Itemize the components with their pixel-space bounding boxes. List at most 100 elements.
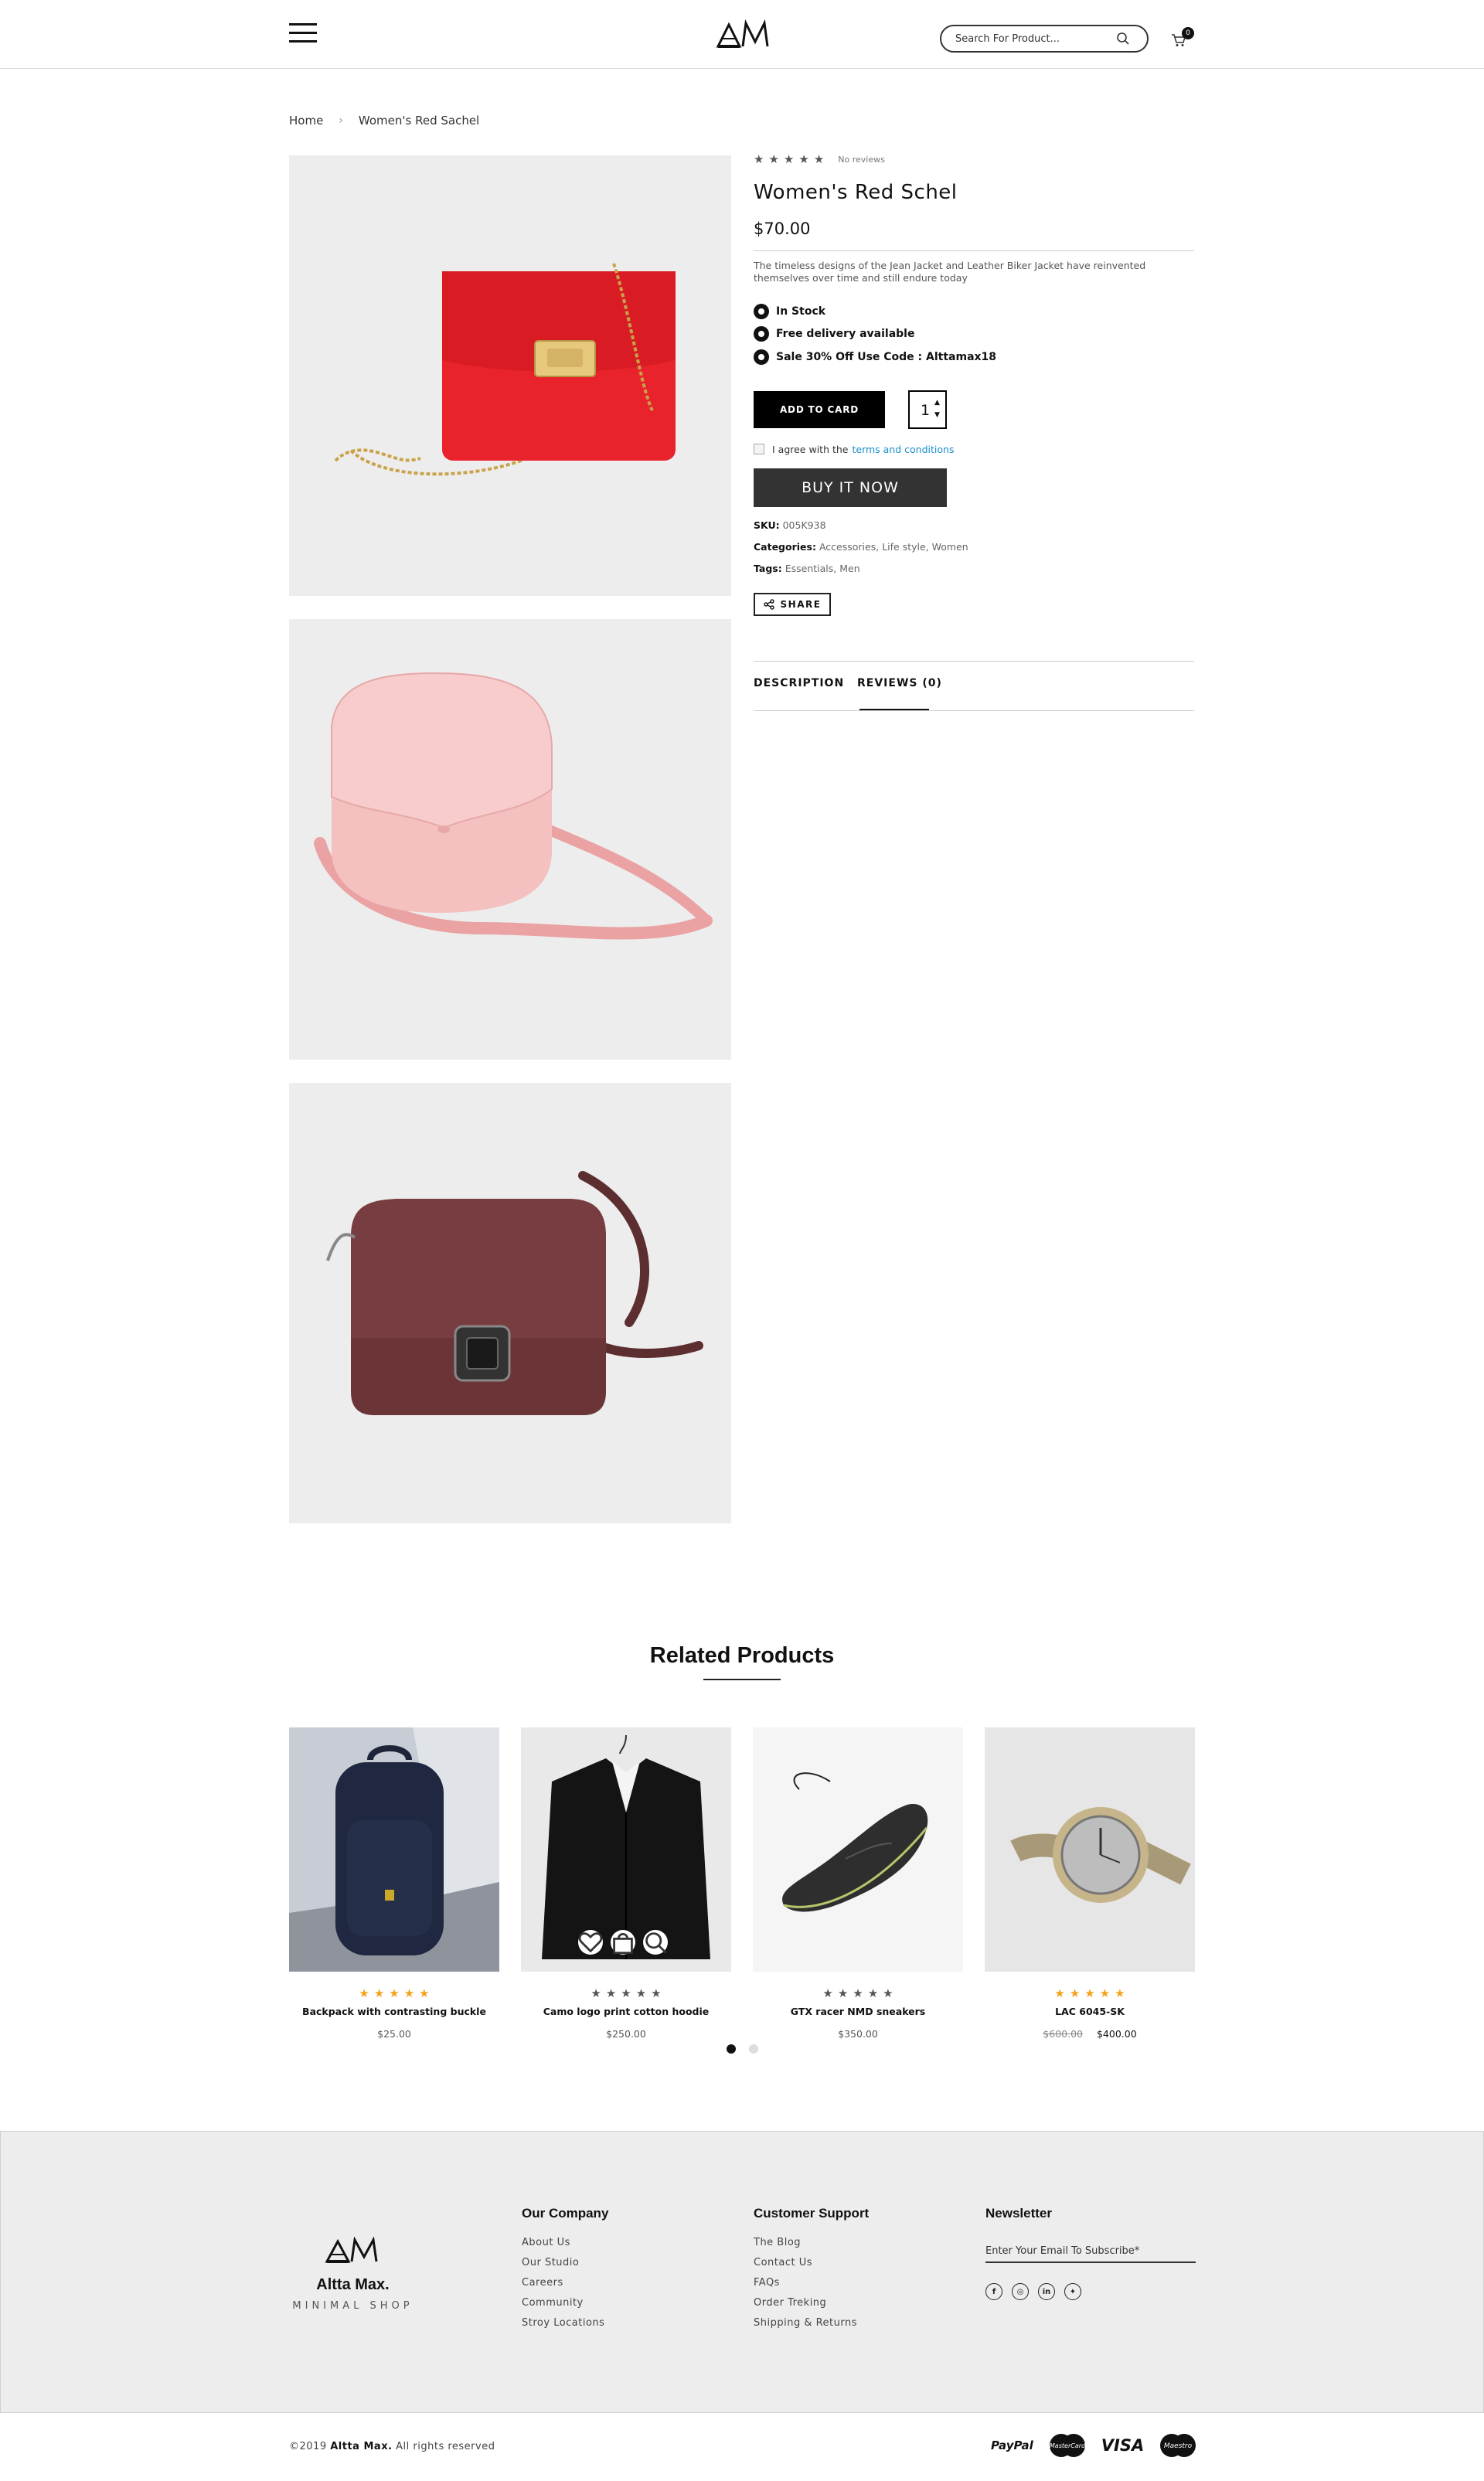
star-icon: ★ [651, 1986, 662, 2000]
pink-handbag-image[interactable] [289, 619, 731, 1060]
tab-description[interactable]: DESCRIPTION [754, 677, 844, 689]
product-price: $25.00 [289, 2028, 499, 2040]
menu-icon[interactable] [289, 23, 317, 43]
brand-logo[interactable] [715, 19, 771, 49]
red-handbag-image[interactable] [289, 155, 731, 596]
divider [754, 661, 1194, 662]
carousel-dot[interactable] [727, 2044, 736, 2054]
footer-link[interactable]: Contact Us [754, 2257, 869, 2268]
related-product-card[interactable]: ★ ★ ★ ★ ★ LAC 6045-SK $600.00 $400.00 [985, 1727, 1195, 2040]
category-link[interactable]: Accessories [819, 541, 876, 553]
footer-company-column: Our Company About Us Our Studio Careers … [522, 2206, 608, 2337]
category-link[interactable]: Women [932, 541, 968, 553]
reviews-count-label[interactable]: No reviews [838, 155, 885, 165]
heart-icon[interactable] [578, 1930, 603, 1955]
social-links: f ◎ in ✦ [985, 2283, 1091, 2300]
footer-link[interactable]: FAQs [754, 2277, 869, 2289]
caret-up-icon[interactable]: ▲ [934, 399, 940, 407]
footer-link[interactable]: The Blog [754, 2237, 869, 2248]
tab-reviews[interactable]: REVIEWS (0) [857, 677, 942, 689]
feature-label: In Stock [776, 305, 826, 318]
categories-label: Categories: [754, 541, 816, 553]
price-value: $400.00 [1096, 2028, 1137, 2040]
footer-support-column: Customer Support The Blog Contact Us FAQ… [754, 2206, 869, 2337]
add-to-cart-button[interactable]: ADD TO CARD [754, 391, 885, 428]
footer-link[interactable]: Order Treking [754, 2297, 869, 2309]
star-icon: ★ [1084, 1986, 1095, 2000]
tag-link[interactable]: Essentials [785, 563, 834, 574]
star-icon: ★ [883, 1986, 893, 2000]
related-products-title: Related Products [649, 1643, 835, 1668]
product-name[interactable]: Camo logo print cotton hoodie [521, 2006, 731, 2017]
footer-link[interactable]: Careers [522, 2277, 608, 2289]
old-price: $600.00 [1043, 2028, 1083, 2040]
mastercard-label: MasterCard [1050, 2442, 1086, 2449]
caret-down-icon[interactable]: ▼ [934, 411, 940, 419]
terms-checkbox[interactable] [754, 444, 764, 454]
star-icon: ★ [783, 151, 795, 166]
product-price: $70.00 [754, 220, 811, 238]
feature-label: Free delivery available [776, 328, 915, 340]
tags-label: Tags: [754, 563, 782, 574]
twitter-icon[interactable]: ✦ [1064, 2283, 1081, 2300]
product-name[interactable]: LAC 6045-SK [985, 2006, 1195, 2017]
price-value: $250.00 [606, 2028, 646, 2040]
agree-text: I agree with the [772, 443, 849, 455]
search-icon[interactable] [1116, 32, 1130, 46]
copyright-brand: Altta Max. [330, 2441, 393, 2452]
terms-link[interactable]: terms and conditions [852, 444, 954, 455]
payment-methods: PayPal MasterCard VISA Maestro [991, 2433, 1212, 2458]
quantity-stepper[interactable]: 1 ▲ ▼ [908, 390, 947, 429]
divider [754, 710, 1194, 711]
buy-now-button[interactable]: BUY IT NOW [754, 468, 947, 507]
footer-link[interactable]: Shipping & Returns [754, 2317, 869, 2329]
related-product-card[interactable]: ★ ★ ★ ★ ★ GTX racer NMD sneakers $350.00 [753, 1727, 963, 2040]
sku-value: 005K938 [782, 519, 826, 531]
search-input[interactable] [955, 30, 1118, 47]
watch-image[interactable] [985, 1727, 1195, 1972]
check-circle-icon [754, 349, 769, 365]
check-circle-icon [754, 304, 769, 319]
share-button[interactable]: SHARE [754, 593, 831, 616]
price-value: $25.00 [377, 2028, 411, 2040]
breadcrumb-current: Women's Red Sachel [358, 114, 480, 128]
carousel-dot[interactable] [749, 2044, 758, 2054]
product-price: $250.00 [521, 2028, 731, 2040]
star-icon: ★ [373, 1986, 385, 2000]
footer-link[interactable]: Stroy Locations [522, 2317, 608, 2329]
footer-link[interactable]: Our Studio [522, 2257, 608, 2268]
footer-logo[interactable] [324, 2237, 380, 2265]
bag-icon[interactable] [611, 1930, 635, 1955]
footer-link[interactable]: About Us [522, 2237, 608, 2248]
product-name[interactable]: Backpack with contrasting buckle [289, 2006, 499, 2017]
zoom-icon[interactable] [643, 1930, 668, 1955]
footer-column-title: Our Company [522, 2206, 609, 2221]
jacket-image[interactable] [521, 1727, 731, 1972]
tag-link[interactable]: Men [839, 563, 859, 574]
facebook-icon[interactable]: f [985, 2283, 1002, 2300]
linkedin-icon[interactable]: in [1038, 2283, 1055, 2300]
star-icon: ★ [1099, 1986, 1111, 2000]
share-label: SHARE [780, 599, 822, 610]
divider [754, 250, 1194, 251]
instagram-icon[interactable]: ◎ [1012, 2283, 1029, 2300]
category-link[interactable]: Life style [882, 541, 925, 553]
related-product-card[interactable]: ★ ★ ★ ★ ★ Backpack with contrasting buckle $… [289, 1727, 499, 2040]
footer-brand-name: Altta Max. [316, 2276, 390, 2293]
backpack-image[interactable] [289, 1727, 499, 1972]
product-page: 0 Home › Women's Red Sachel [0, 0, 1484, 2481]
breadcrumb-home[interactable]: Home [289, 114, 323, 128]
product-name[interactable]: GTX racer NMD sneakers [753, 2006, 963, 2017]
newsletter-email-input[interactable] [985, 2240, 1196, 2263]
brown-handbag-image[interactable] [289, 1083, 731, 1523]
product-price: $600.00 $400.00 [985, 2028, 1195, 2040]
star-icon: ★ [853, 1986, 863, 2000]
related-product-card[interactable]: ★ ★ ★ ★ ★ Camo logo print cotton hoodie $250… [521, 1727, 731, 2040]
carousel-pagination [727, 2044, 771, 2054]
product-rating: ★ ★ ★ ★ ★ [521, 1986, 731, 2001]
footer-link[interactable]: Community [522, 2297, 608, 2309]
check-circle-icon [754, 326, 769, 342]
quantity-value[interactable]: 1 [921, 402, 930, 419]
star-icon: ★ [359, 1986, 369, 2000]
sneaker-image[interactable] [753, 1727, 963, 1972]
